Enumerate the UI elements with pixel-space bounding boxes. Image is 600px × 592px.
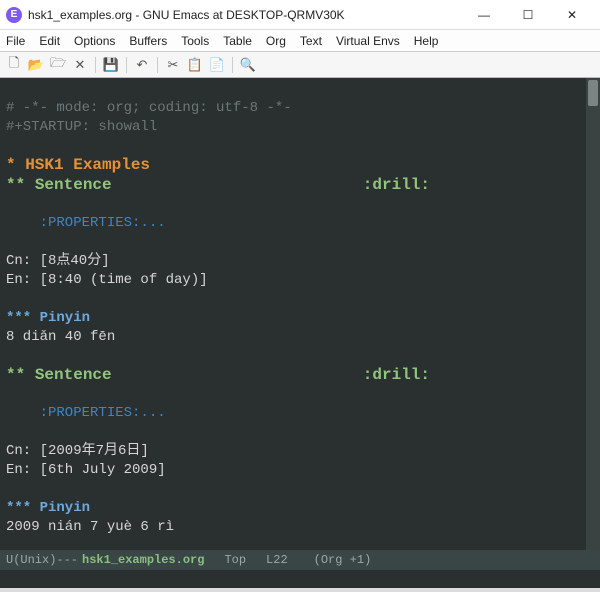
menu-tools[interactable]: Tools [181, 34, 209, 48]
heading-2: ** Sentence [6, 366, 112, 385]
window-bottom-border [0, 588, 600, 592]
cut-icon[interactable]: ✂ [163, 55, 183, 75]
minibuffer[interactable] [0, 570, 600, 588]
search-icon[interactable]: 🔍 [238, 55, 258, 75]
emacs-app-icon: E [6, 7, 22, 23]
position-indicator: Top [224, 553, 246, 567]
toolbar-separator [232, 57, 233, 73]
startup-directive: #+STARTUP: showall [6, 119, 157, 135]
save-icon[interactable]: 💾 [101, 55, 121, 75]
window-controls: — ☐ ✕ [462, 1, 594, 29]
menu-virtual-envs[interactable]: Virtual Envs [336, 34, 400, 48]
window-title: hsk1_examples.org - GNU Emacs at DESKTOP… [28, 8, 462, 22]
menu-org[interactable]: Org [266, 34, 286, 48]
properties-drawer: :PROPERTIES:... [6, 215, 166, 231]
kill-buffer-icon[interactable]: ✕ [70, 55, 90, 75]
mode-line[interactable]: U(Unix)--- hsk1_examples.org Top L22 (Or… [0, 550, 600, 570]
menu-file[interactable]: File [6, 34, 25, 48]
new-file-icon[interactable]: 🗋 [4, 55, 24, 75]
paste-icon[interactable]: 📄 [207, 55, 227, 75]
text-buffer[interactable]: # -*- mode: org; coding: utf-8 -*- #+STA… [0, 78, 586, 550]
toolbar-separator [95, 57, 96, 73]
menu-buffers[interactable]: Buffers [129, 34, 167, 48]
en-line: En: [6th July 2009] [6, 462, 166, 478]
open-file-icon[interactable]: 📂 [26, 55, 46, 75]
toolbar-separator [126, 57, 127, 73]
vertical-scrollbar[interactable] [586, 78, 600, 550]
close-window-button[interactable]: ✕ [550, 1, 594, 29]
menu-table[interactable]: Table [223, 34, 252, 48]
heading-2: ** Sentence [6, 176, 112, 195]
modeline-comment: # -*- mode: org; coding: utf-8 -*- [6, 100, 292, 116]
mode-indicator: (Org +1) [314, 553, 372, 567]
menu-bar: File Edit Options Buffers Tools Table Or… [0, 30, 600, 52]
copy-icon[interactable]: 📋 [185, 55, 205, 75]
window-titlebar: E hsk1_examples.org - GNU Emacs at DESKT… [0, 0, 600, 30]
minimize-button[interactable]: — [462, 1, 506, 29]
drill-tag: :drill: [363, 176, 430, 195]
dired-icon[interactable]: 🗁 [48, 55, 68, 75]
en-line: En: [8:40 (time of day)] [6, 272, 208, 288]
drill-tag: :drill: [363, 366, 430, 385]
editor-area: # -*- mode: org; coding: utf-8 -*- #+STA… [0, 78, 600, 550]
maximize-button[interactable]: ☐ [506, 1, 550, 29]
coding-indicator: U(Unix)--- [6, 553, 78, 567]
heading-3: *** Pinyin [6, 310, 90, 326]
undo-icon[interactable]: ↶ [132, 55, 152, 75]
properties-drawer: :PROPERTIES:... [6, 405, 166, 421]
heading-3: *** Pinyin [6, 500, 90, 516]
cn-line: Cn: [2009年7月6日] [6, 443, 149, 459]
tool-bar: 🗋 📂 🗁 ✕ 💾 ↶ ✂ 📋 📄 🔍 [0, 52, 600, 78]
menu-options[interactable]: Options [74, 34, 115, 48]
buffer-name: hsk1_examples.org [82, 553, 204, 567]
menu-help[interactable]: Help [414, 34, 439, 48]
heading-1: * HSK1 Examples [6, 156, 150, 174]
pinyin-line: 8 diǎn 40 fēn [6, 329, 115, 345]
line-indicator: L22 [266, 553, 288, 567]
menu-text[interactable]: Text [300, 34, 322, 48]
cn-line: Cn: [8点40分] [6, 253, 110, 269]
menu-edit[interactable]: Edit [39, 34, 60, 48]
toolbar-separator [157, 57, 158, 73]
pinyin-line: 2009 nián 7 yuè 6 rì [6, 519, 174, 535]
scroll-thumb[interactable] [588, 80, 598, 106]
